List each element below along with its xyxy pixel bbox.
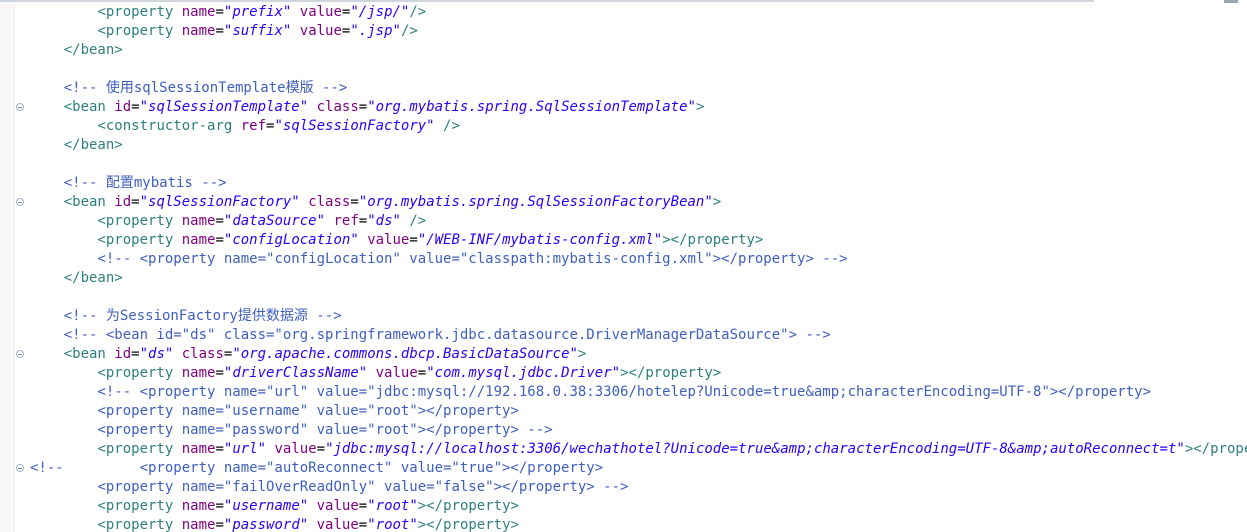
code-text: <bean id="ds" class="org.apache.commons.…	[63, 346, 587, 362]
code-line[interactable]: <constructor-arg ref="sqlSessionFactory"…	[0, 117, 1247, 136]
code-text: </bean>	[63, 270, 123, 286]
code-line[interactable]: <property name="failOverReadOnly" value=…	[0, 478, 1247, 497]
code-text: </bean>	[63, 137, 123, 153]
fold-toggle-icon[interactable]	[16, 103, 24, 111]
code-line[interactable]: </bean>	[0, 136, 1247, 155]
code-line[interactable]: <property name="driverClassName" value="…	[0, 364, 1247, 383]
code-line[interactable]	[0, 288, 1247, 307]
code-text: <property name="prefix" value="/jsp/"/>	[97, 4, 427, 20]
code-line[interactable]: <!-- <bean id="ds" class="org.springfram…	[0, 326, 1247, 345]
code-text: </bean>	[63, 42, 123, 58]
code-text: <!-- 使用sqlSessionTemplate模版 -->	[63, 80, 348, 96]
code-text: <!-- <property name="autoReconnect" valu…	[30, 460, 604, 476]
code-line[interactable]: <!-- <property name="url" value="jdbc:my…	[0, 383, 1247, 402]
code-line[interactable]	[0, 60, 1247, 79]
ruler-line	[0, 0, 1094, 2]
code-line[interactable]: <!-- <property name="configLocation" val…	[0, 250, 1247, 269]
code-text: <bean id="sqlSessionTemplate" class="org…	[63, 99, 705, 115]
code-text: <property name="password" value="root"><…	[97, 422, 553, 438]
code-line[interactable]: <bean id="sqlSessionFactory" class="org.…	[0, 193, 1247, 212]
code-line[interactable]: <property name="prefix" value="/jsp/"/>	[0, 3, 1247, 22]
code-text: <property name="url" value="jdbc:mysql:/…	[97, 441, 1247, 457]
code-text: <!-- <bean id="ds" class="org.springfram…	[63, 327, 831, 343]
code-text: <property name="suffix" value=".jsp"/>	[97, 23, 418, 39]
code-line[interactable]: </bean>	[0, 269, 1247, 288]
code-text: <property name="driverClassName" value="…	[97, 365, 722, 381]
code-editor[interactable]: <property name="prefix" value="/jsp/"/> …	[0, 0, 1247, 532]
code-text: <property name="failOverReadOnly" value=…	[97, 479, 629, 495]
code-line[interactable]: <property name="configLocation" value="/…	[0, 231, 1247, 250]
code-text: <!-- 为SessionFactory提供数据源 -->	[63, 308, 342, 324]
code-text: <property name="username" value="root"><…	[97, 498, 519, 514]
code-line[interactable]: <property name="username" value="root"><…	[0, 402, 1247, 421]
code-line[interactable]: <property name="password" value="root"><…	[0, 421, 1247, 440]
fold-toggle-icon[interactable]	[16, 464, 24, 472]
code-line[interactable]: </bean>	[0, 41, 1247, 60]
code-line[interactable]: <!-- 使用sqlSessionTemplate模版 -->	[0, 79, 1247, 98]
code-text: <property name="dataSource" ref="ds" />	[97, 213, 427, 229]
code-line[interactable]: <bean id="sqlSessionTemplate" class="org…	[0, 98, 1247, 117]
code-line[interactable]: <!-- 配置mybatis -->	[0, 174, 1247, 193]
code-text: <property name="configLocation" value="/…	[97, 232, 764, 248]
code-line[interactable]: <bean id="ds" class="org.apache.commons.…	[0, 345, 1247, 364]
code-line[interactable]	[0, 155, 1247, 174]
code-line[interactable]: <!-- <property name="autoReconnect" valu…	[0, 459, 1247, 478]
code-text: <bean id="sqlSessionFactory" class="org.…	[63, 194, 722, 210]
code-line[interactable]: <property name="dataSource" ref="ds" />	[0, 212, 1247, 231]
code-text: <!-- 配置mybatis -->	[63, 175, 227, 191]
fold-toggle-icon[interactable]	[16, 350, 24, 358]
code-line[interactable]: <!-- 为SessionFactory提供数据源 -->	[0, 307, 1247, 326]
code-text: <!-- <property name="url" value="jdbc:my…	[97, 384, 1152, 400]
code-line[interactable]: <property name="password" value="root"><…	[0, 516, 1247, 532]
code-line[interactable]: <property name="username" value="root"><…	[0, 497, 1247, 516]
code-line[interactable]: <property name="suffix" value=".jsp"/>	[0, 22, 1247, 41]
code-text: <property name="password" value="root"><…	[97, 517, 519, 532]
code-text: <constructor-arg ref="sqlSessionFactory"…	[97, 118, 460, 134]
code-text: <!-- <property name="configLocation" val…	[97, 251, 848, 267]
code-text: <property name="username" value="root"><…	[97, 403, 519, 419]
fold-toggle-icon[interactable]	[16, 198, 24, 206]
code-line[interactable]: <property name="url" value="jdbc:mysql:/…	[0, 440, 1247, 459]
